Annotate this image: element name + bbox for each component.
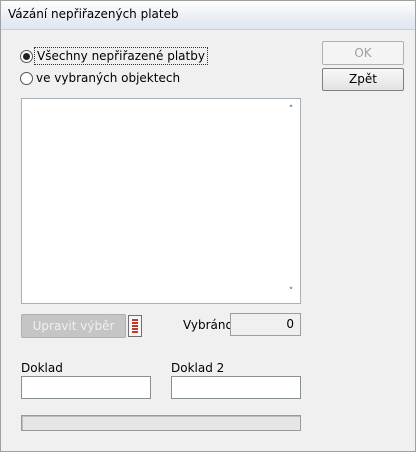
list-icon (132, 319, 138, 333)
radio-selected-objects-indicator[interactable] (20, 71, 33, 85)
doklad2-label: Doklad 2 (171, 361, 225, 375)
back-button[interactable]: Zpět (322, 68, 404, 91)
objects-listbox[interactable]: ˄ ˅ (21, 98, 301, 304)
radio-all-payments[interactable]: Všechny nepřiřazené platby (20, 47, 208, 65)
doklad-label: Doklad (21, 361, 63, 375)
ok-button[interactable]: OK (322, 41, 404, 65)
window-title: Vázání nepřiřazených plateb (8, 7, 179, 21)
selected-count-label: Vybráno (183, 318, 233, 332)
doklad-input[interactable] (21, 376, 151, 399)
selected-count-field: 0 (230, 313, 301, 336)
arrow-down-icon[interactable]: ˅ (285, 287, 297, 297)
arrow-up-icon[interactable]: ˄ (285, 105, 297, 115)
progress-bar (21, 415, 301, 431)
dialog-window: Vázání nepřiřazených plateb Všechny nepř… (0, 0, 416, 452)
radio-selected-objects-label: ve vybraných objektech (36, 71, 181, 85)
edit-selection-button[interactable]: Upravit výběr (21, 314, 126, 338)
title-bar[interactable]: Vázání nepřiřazených plateb (1, 1, 415, 30)
radio-all-payments-label: Všechny nepřiřazené platby (34, 47, 208, 65)
doklad2-input[interactable] (171, 376, 301, 399)
edit-list-button[interactable] (128, 315, 142, 337)
selected-count-value: 0 (286, 317, 294, 331)
radio-selected-objects[interactable]: ve vybraných objektech (20, 71, 180, 85)
radio-all-payments-indicator[interactable] (20, 49, 33, 63)
